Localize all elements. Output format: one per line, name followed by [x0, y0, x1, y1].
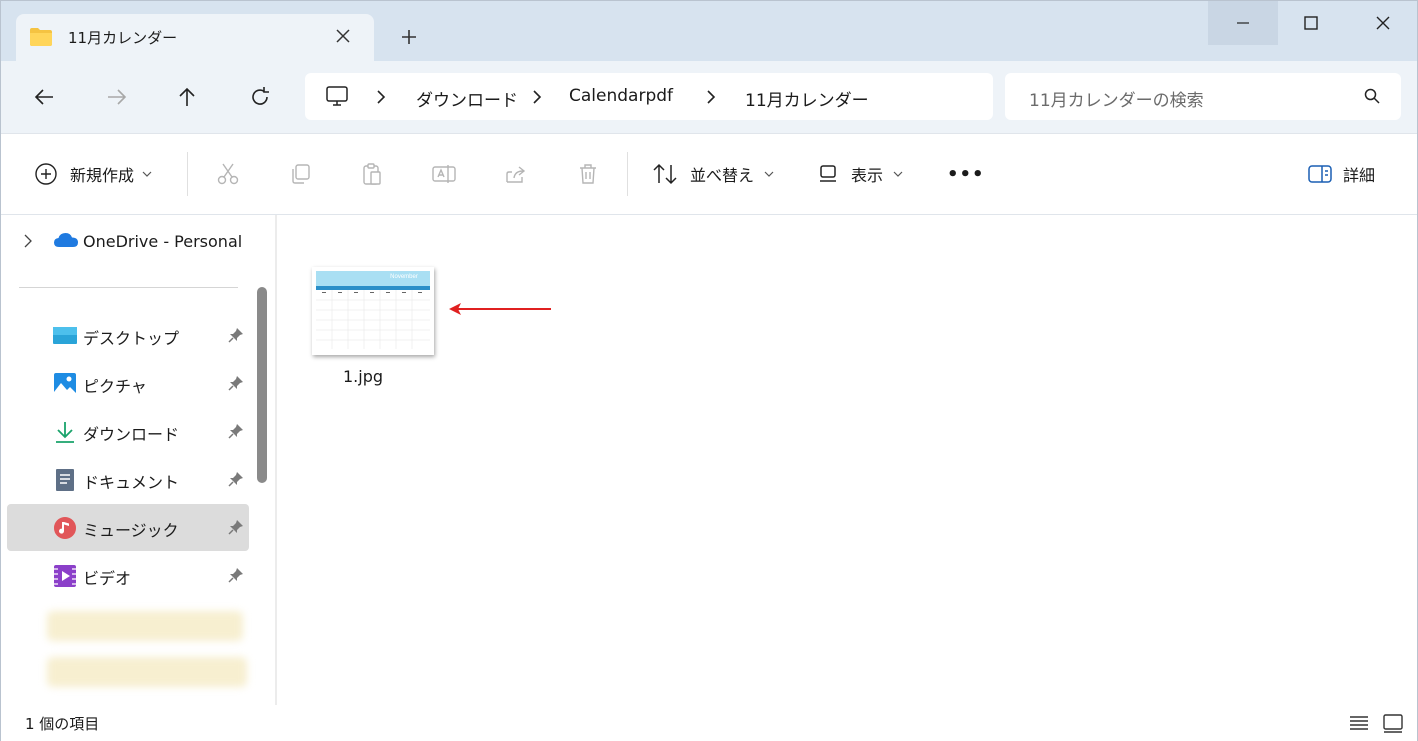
sidebar-item-label: デスクトップ: [83, 329, 180, 348]
breadcrumb-calendarpdf[interactable]: Calendarpdf: [569, 86, 673, 106]
large-icons-view-icon[interactable]: [1381, 711, 1405, 735]
videos-icon: [53, 564, 77, 588]
sidebar-item-label: ピクチャ: [83, 377, 147, 396]
navigation-pane: OneDrive - Personal デスクトップ ピクチャ ダウンロード ド…: [1, 215, 275, 705]
sort-button[interactable]: 並べ替え: [652, 161, 774, 187]
sidebar-item-pictures[interactable]: ピクチャ: [7, 360, 249, 407]
pin-icon[interactable]: [228, 375, 244, 395]
address-bar[interactable]: ダウンロード Calendarpdf 11月カレンダー: [305, 73, 993, 120]
more-options-icon: •••: [947, 163, 985, 185]
sidebar-item-videos[interactable]: ビデオ: [7, 552, 249, 599]
chevron-right-icon: [705, 89, 717, 109]
breadcrumb-downloads[interactable]: ダウンロード: [416, 86, 518, 111]
close-icon[interactable]: [332, 25, 354, 47]
details-button[interactable]: 詳細: [1307, 161, 1375, 187]
sidebar-item-label: ドキュメント: [83, 473, 180, 492]
music-icon: [53, 516, 77, 540]
chevron-right-icon: [531, 89, 543, 109]
divider: [187, 152, 188, 196]
onedrive-icon: [53, 231, 79, 253]
item-count: 1 個の項目: [25, 715, 100, 733]
downloads-icon: [53, 420, 77, 444]
sort-button-label: 並べ替え: [690, 166, 755, 185]
chevron-down-icon: [142, 171, 152, 177]
sidebar-item-label: ビデオ: [83, 569, 132, 588]
share-icon[interactable]: [503, 161, 529, 187]
sidebar-item-music[interactable]: ミュージック: [7, 504, 249, 551]
sidebar-scrollbar[interactable]: [257, 287, 267, 483]
title-bar: 11月カレンダー: [1, 1, 1417, 61]
sidebar-item-label: ミュージック: [83, 521, 179, 540]
more-options-button[interactable]: •••: [947, 161, 985, 187]
pin-icon[interactable]: [228, 519, 244, 539]
details-button-label: 詳細: [1343, 166, 1376, 185]
sidebar-item-desktop[interactable]: デスクトップ: [7, 312, 249, 359]
sidebar-item-label: ダウンロード: [83, 425, 180, 444]
pin-icon[interactable]: [228, 471, 244, 491]
pin-icon[interactable]: [228, 567, 244, 587]
search-input[interactable]: 11月カレンダーの検索: [1005, 73, 1401, 120]
new-tab-plus-icon[interactable]: [397, 25, 421, 49]
chevron-right-icon[interactable]: [23, 233, 33, 252]
back-button[interactable]: [30, 83, 58, 111]
search-icon[interactable]: [1363, 87, 1381, 109]
thumbnail-title: November: [390, 274, 418, 280]
pin-icon[interactable]: [228, 327, 244, 347]
arrow-right-icon: [108, 89, 127, 105]
delete-icon[interactable]: [575, 161, 601, 187]
documents-icon: [53, 468, 77, 492]
red-arrow-annotation: [449, 303, 551, 315]
plus-circle-icon: [35, 163, 57, 185]
breadcrumb-current[interactable]: 11月カレンダー: [745, 86, 869, 111]
sort-icon: [653, 163, 677, 185]
pin-icon[interactable]: [228, 423, 244, 443]
view-icon: [820, 165, 836, 182]
arrow-up-icon: [179, 87, 195, 106]
status-bar: 1 個の項目: [1, 705, 1417, 741]
view-button-label: 表示: [851, 166, 884, 185]
file-name[interactable]: 1.jpg: [343, 367, 383, 386]
divider: [19, 287, 238, 288]
pictures-icon: [53, 372, 77, 396]
forward-button[interactable]: [103, 83, 131, 111]
details-pane-icon: [1308, 165, 1332, 183]
chevron-down-icon: [893, 171, 903, 177]
sidebar-item-onedrive[interactable]: OneDrive - Personal: [7, 217, 249, 264]
tab-current-folder[interactable]: 11月カレンダー: [16, 14, 374, 61]
navigation-bar: ダウンロード Calendarpdf 11月カレンダー 11月カレンダーの検索: [1, 61, 1417, 133]
command-bar: 新規作成 並べ替え 表示 ••• 詳細: [1, 134, 1417, 214]
search-placeholder: 11月カレンダーの検索: [1029, 91, 1204, 111]
refresh-icon: [252, 87, 269, 105]
new-button-label: 新規作成: [70, 166, 135, 185]
blurred-sidebar-item: [47, 611, 243, 641]
sidebar-item-documents[interactable]: ドキュメント: [7, 456, 249, 503]
chevron-down-icon: [764, 171, 774, 177]
up-button[interactable]: [173, 83, 201, 111]
refresh-button[interactable]: [246, 83, 274, 111]
divider: [627, 152, 628, 196]
file-thumbnail[interactable]: November: [312, 267, 434, 355]
tab-title: 11月カレンダー: [68, 29, 178, 47]
calendar-thumbnail-image: November: [312, 267, 434, 355]
cut-icon[interactable]: [215, 161, 241, 187]
folder-icon: [29, 27, 53, 51]
new-button[interactable]: 新規作成: [34, 161, 152, 187]
details-view-icon[interactable]: [1347, 711, 1371, 735]
desktop-icon: [53, 324, 77, 348]
paste-icon[interactable]: [359, 161, 385, 187]
sidebar-item-label: OneDrive - Personal: [83, 232, 243, 251]
computer-icon[interactable]: [325, 85, 349, 111]
arrow-left-icon: [34, 89, 53, 105]
maximize-button[interactable]: [1276, 1, 1346, 45]
blurred-sidebar-item: [47, 657, 247, 687]
file-explorer-window: 11月カレンダー ダウンロード Calendarpdf 11月カレンダー 11月…: [0, 0, 1418, 741]
chevron-right-icon: [375, 89, 387, 109]
minimize-button[interactable]: [1208, 1, 1278, 45]
view-button[interactable]: 表示: [817, 161, 903, 187]
close-window-button[interactable]: [1348, 1, 1418, 45]
copy-icon[interactable]: [287, 161, 313, 187]
rename-icon[interactable]: [431, 161, 457, 187]
sidebar-item-downloads[interactable]: ダウンロード: [7, 408, 249, 455]
file-list: November 1.jpg: [277, 215, 1417, 705]
